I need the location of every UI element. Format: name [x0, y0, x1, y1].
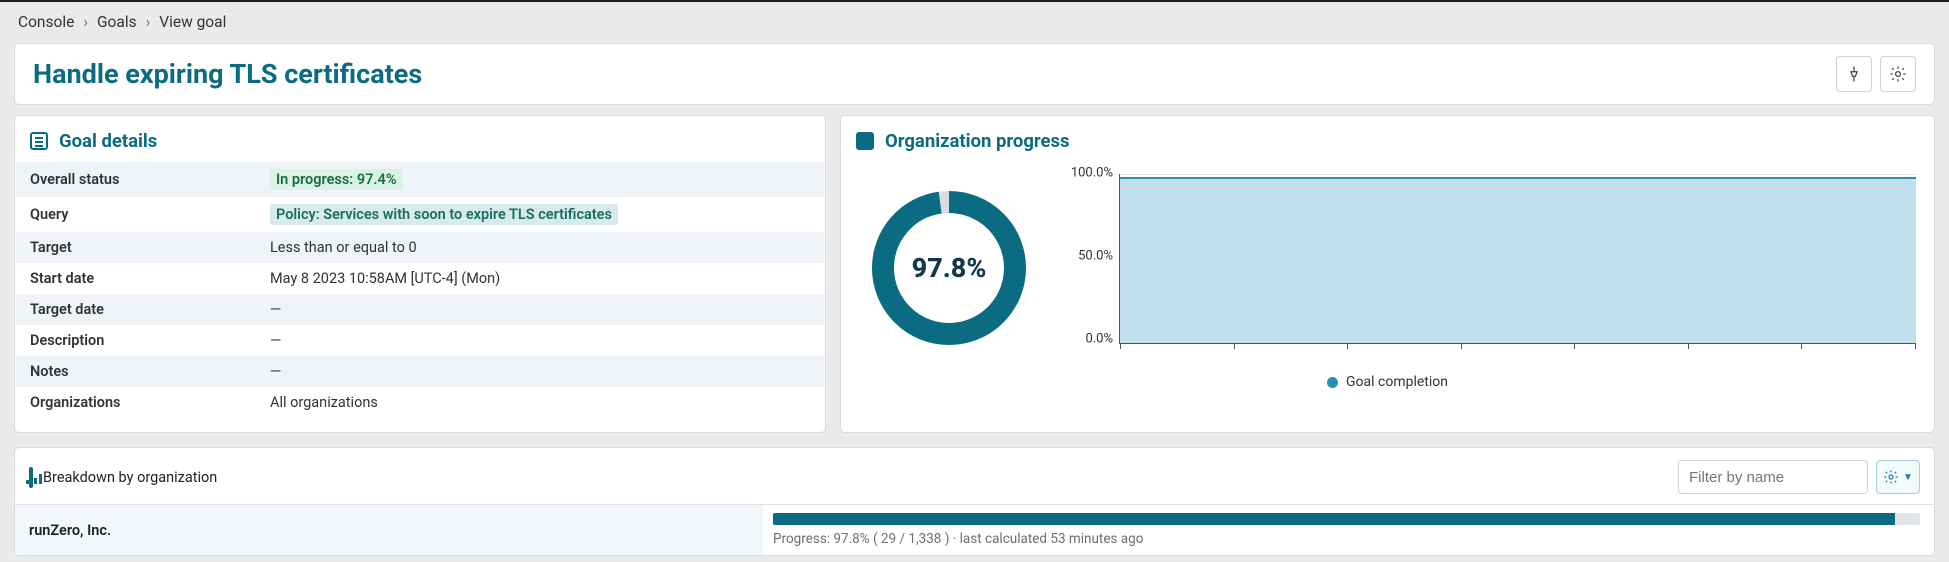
table-row: Notes —: [16, 356, 824, 387]
progress-bar-text: Progress: 97.8% ( 29 / 1,338 ) · last ca…: [773, 525, 1920, 547]
page-title-card: Handle expiring TLS certificates: [14, 43, 1935, 105]
progress-icon: [855, 131, 875, 151]
table-row: Overall status In progress: 97.4%: [16, 162, 824, 197]
notes-value: —: [256, 356, 824, 387]
progress-donut: 97.8%: [859, 168, 1039, 368]
legend-label: Goal completion: [1346, 374, 1448, 390]
progress-chart: 100.0% 50.0% 0.0%: [1059, 168, 1916, 368]
description-label: Description: [16, 325, 256, 356]
pin-icon: [1845, 65, 1863, 83]
query-value[interactable]: Policy: Services with soon to expire TLS…: [270, 204, 618, 225]
progress-bar-fill: [773, 513, 1895, 525]
target-date-label: Target date: [16, 294, 256, 325]
x-ticks: [1120, 343, 1916, 349]
goal-details-table: Overall status In progress: 97.4% Query …: [16, 162, 824, 418]
organizations-value: All organizations: [256, 387, 824, 418]
page-title: Handle expiring TLS certificates: [33, 58, 422, 90]
breadcrumb-console[interactable]: Console: [18, 13, 74, 31]
breadcrumb-current: View goal: [159, 13, 226, 31]
settings-button[interactable]: [1880, 56, 1916, 92]
description-value: —: [256, 325, 824, 356]
table-row: Organizations All organizations: [16, 387, 824, 418]
breadcrumb: Console › Goals › View goal: [0, 2, 1949, 35]
caret-down-icon: ▼: [1903, 472, 1913, 483]
breakdown-settings-button[interactable]: ▼: [1876, 460, 1920, 494]
y-tick-50: 50.0%: [1078, 249, 1113, 264]
organization-progress-title: Organization progress: [885, 130, 1070, 152]
chevron-right-icon: ›: [83, 13, 88, 31]
breakdown-title: Breakdown by organization: [43, 469, 217, 486]
overall-status-value: In progress: 97.4%: [270, 169, 403, 190]
table-row: Query Policy: Services with soon to expi…: [16, 197, 824, 232]
progress-bar: [773, 513, 1920, 525]
target-date-value: —: [256, 294, 824, 325]
goal-details-panel: Goal details Overall status In progress:…: [14, 115, 826, 433]
table-row: Start date May 8 2023 10:58AM [UTC-4] (M…: [16, 263, 824, 294]
overall-status-label: Overall status: [16, 162, 256, 197]
breakdown-icon: [29, 469, 33, 486]
area-fill: [1120, 177, 1916, 343]
table-row: Description —: [16, 325, 824, 356]
breadcrumb-goals[interactable]: Goals: [97, 13, 137, 31]
pin-button[interactable]: [1836, 56, 1872, 92]
y-axis: 100.0% 50.0% 0.0%: [1059, 168, 1119, 344]
goal-details-title: Goal details: [59, 130, 157, 152]
breakdown-row[interactable]: runZero, Inc. Progress: 97.8% ( 29 / 1,3…: [15, 504, 1934, 555]
start-date-value: May 8 2023 10:58AM [UTC-4] (Mon): [256, 263, 824, 294]
legend-dot-icon: [1327, 377, 1338, 388]
org-name: runZero, Inc.: [15, 505, 763, 555]
start-date-label: Start date: [16, 263, 256, 294]
y-tick-0: 0.0%: [1085, 331, 1113, 346]
target-value: Less than or equal to 0: [256, 232, 824, 263]
organizations-label: Organizations: [16, 387, 256, 418]
table-row: Target Less than or equal to 0: [16, 232, 824, 263]
gear-icon: [1883, 469, 1899, 485]
details-icon: [29, 131, 49, 151]
gear-icon: [1889, 65, 1907, 83]
chart-legend: Goal completion: [841, 368, 1934, 390]
notes-label: Notes: [16, 356, 256, 387]
organization-progress-panel: Organization progress 97.8% 100.0% 50.0%…: [840, 115, 1935, 433]
chevron-right-icon: ›: [146, 13, 151, 31]
table-row: Target date —: [16, 294, 824, 325]
y-tick-100: 100.0%: [1071, 166, 1113, 181]
plot-area: [1119, 174, 1916, 344]
query-label: Query: [16, 197, 256, 232]
target-label: Target: [16, 232, 256, 263]
breakdown-panel: Breakdown by organization ▼ runZero, Inc…: [14, 447, 1935, 556]
filter-by-name-input[interactable]: [1678, 460, 1868, 494]
donut-percent-label: 97.8%: [859, 252, 1039, 284]
